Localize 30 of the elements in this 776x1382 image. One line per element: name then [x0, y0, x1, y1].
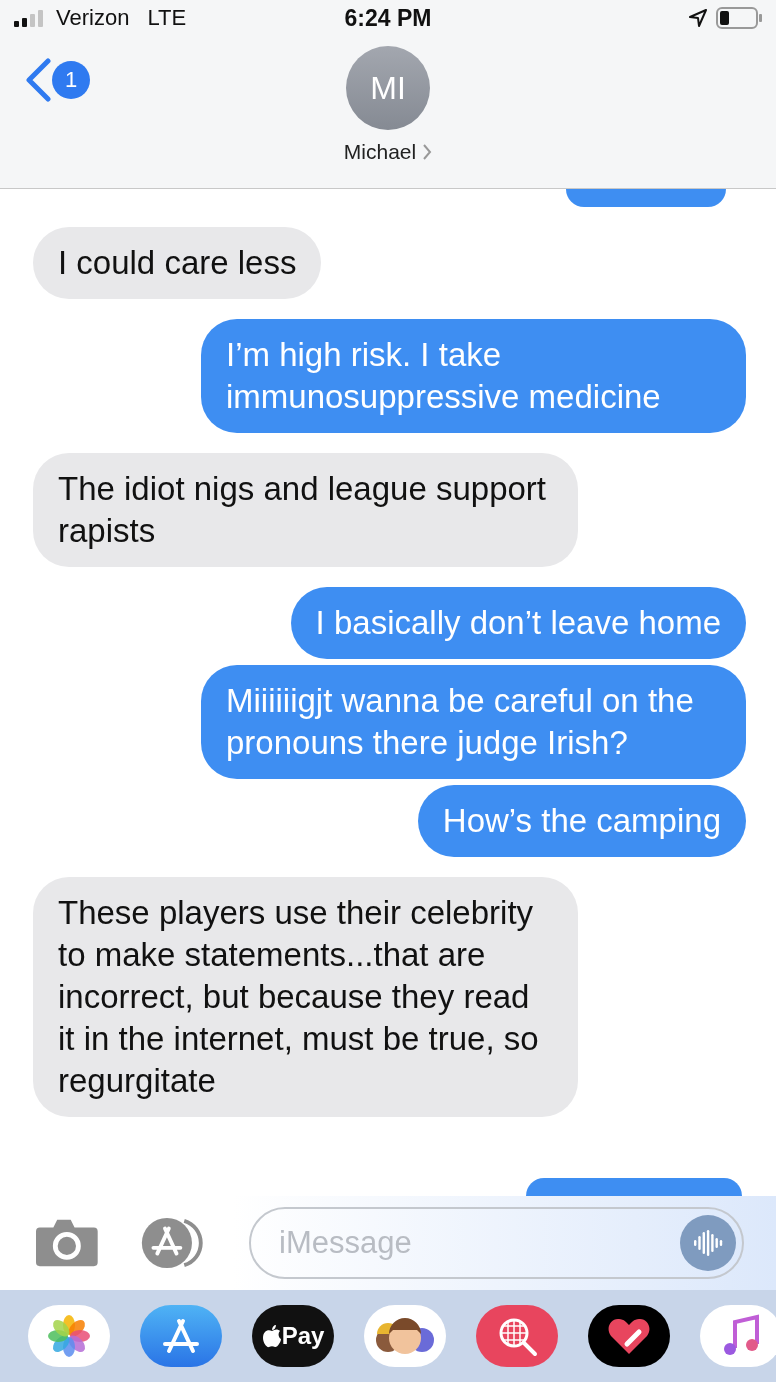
apple-pay-button[interactable]: Pay — [252, 1305, 334, 1367]
sent-message: I’m high risk. I take immunosuppressive medicine — [201, 319, 746, 433]
clock: 6:24 PM — [344, 4, 432, 32]
chevron-right-icon — [422, 143, 433, 161]
sent-message: Miiiiiigjt wanna be careful on the pronouns there judge Irish? — [201, 665, 746, 779]
chevron-left-icon — [24, 58, 52, 102]
contact-name: Michael — [343, 140, 417, 164]
back-button[interactable]: 1 — [24, 58, 90, 102]
unread-badge: 1 — [52, 61, 90, 99]
received-message: I could care less — [33, 227, 322, 299]
received-message: These players use their celebrity to make statements...that are incorrect, but because they read it in the internet, must be true, so regurgitate — [33, 877, 578, 1117]
waveform-icon — [692, 1230, 724, 1256]
heart-icon — [607, 1316, 651, 1356]
contact-button[interactable]: MI Michael — [343, 46, 433, 188]
contact-avatar: MI — [346, 46, 430, 130]
apple-icon — [261, 1324, 282, 1348]
flower-icon — [47, 1314, 91, 1358]
network-type: LTE — [147, 5, 187, 31]
music-app-button[interactable] — [700, 1305, 776, 1367]
sent-message: I basically don’t leave home — [290, 587, 746, 659]
audio-button[interactable] — [680, 1215, 736, 1271]
carrier-name: Verizon — [56, 5, 130, 31]
location-icon — [688, 8, 708, 28]
sent-message: How’s the camping — [417, 785, 746, 857]
battery-icon — [716, 7, 762, 29]
music-note-icon — [721, 1314, 761, 1358]
message-field[interactable]: iMessage — [249, 1207, 744, 1279]
received-message: The idiot nigs and league support rapists — [33, 453, 578, 567]
app-store-icon — [161, 1318, 201, 1354]
camera-icon[interactable] — [36, 1217, 98, 1269]
